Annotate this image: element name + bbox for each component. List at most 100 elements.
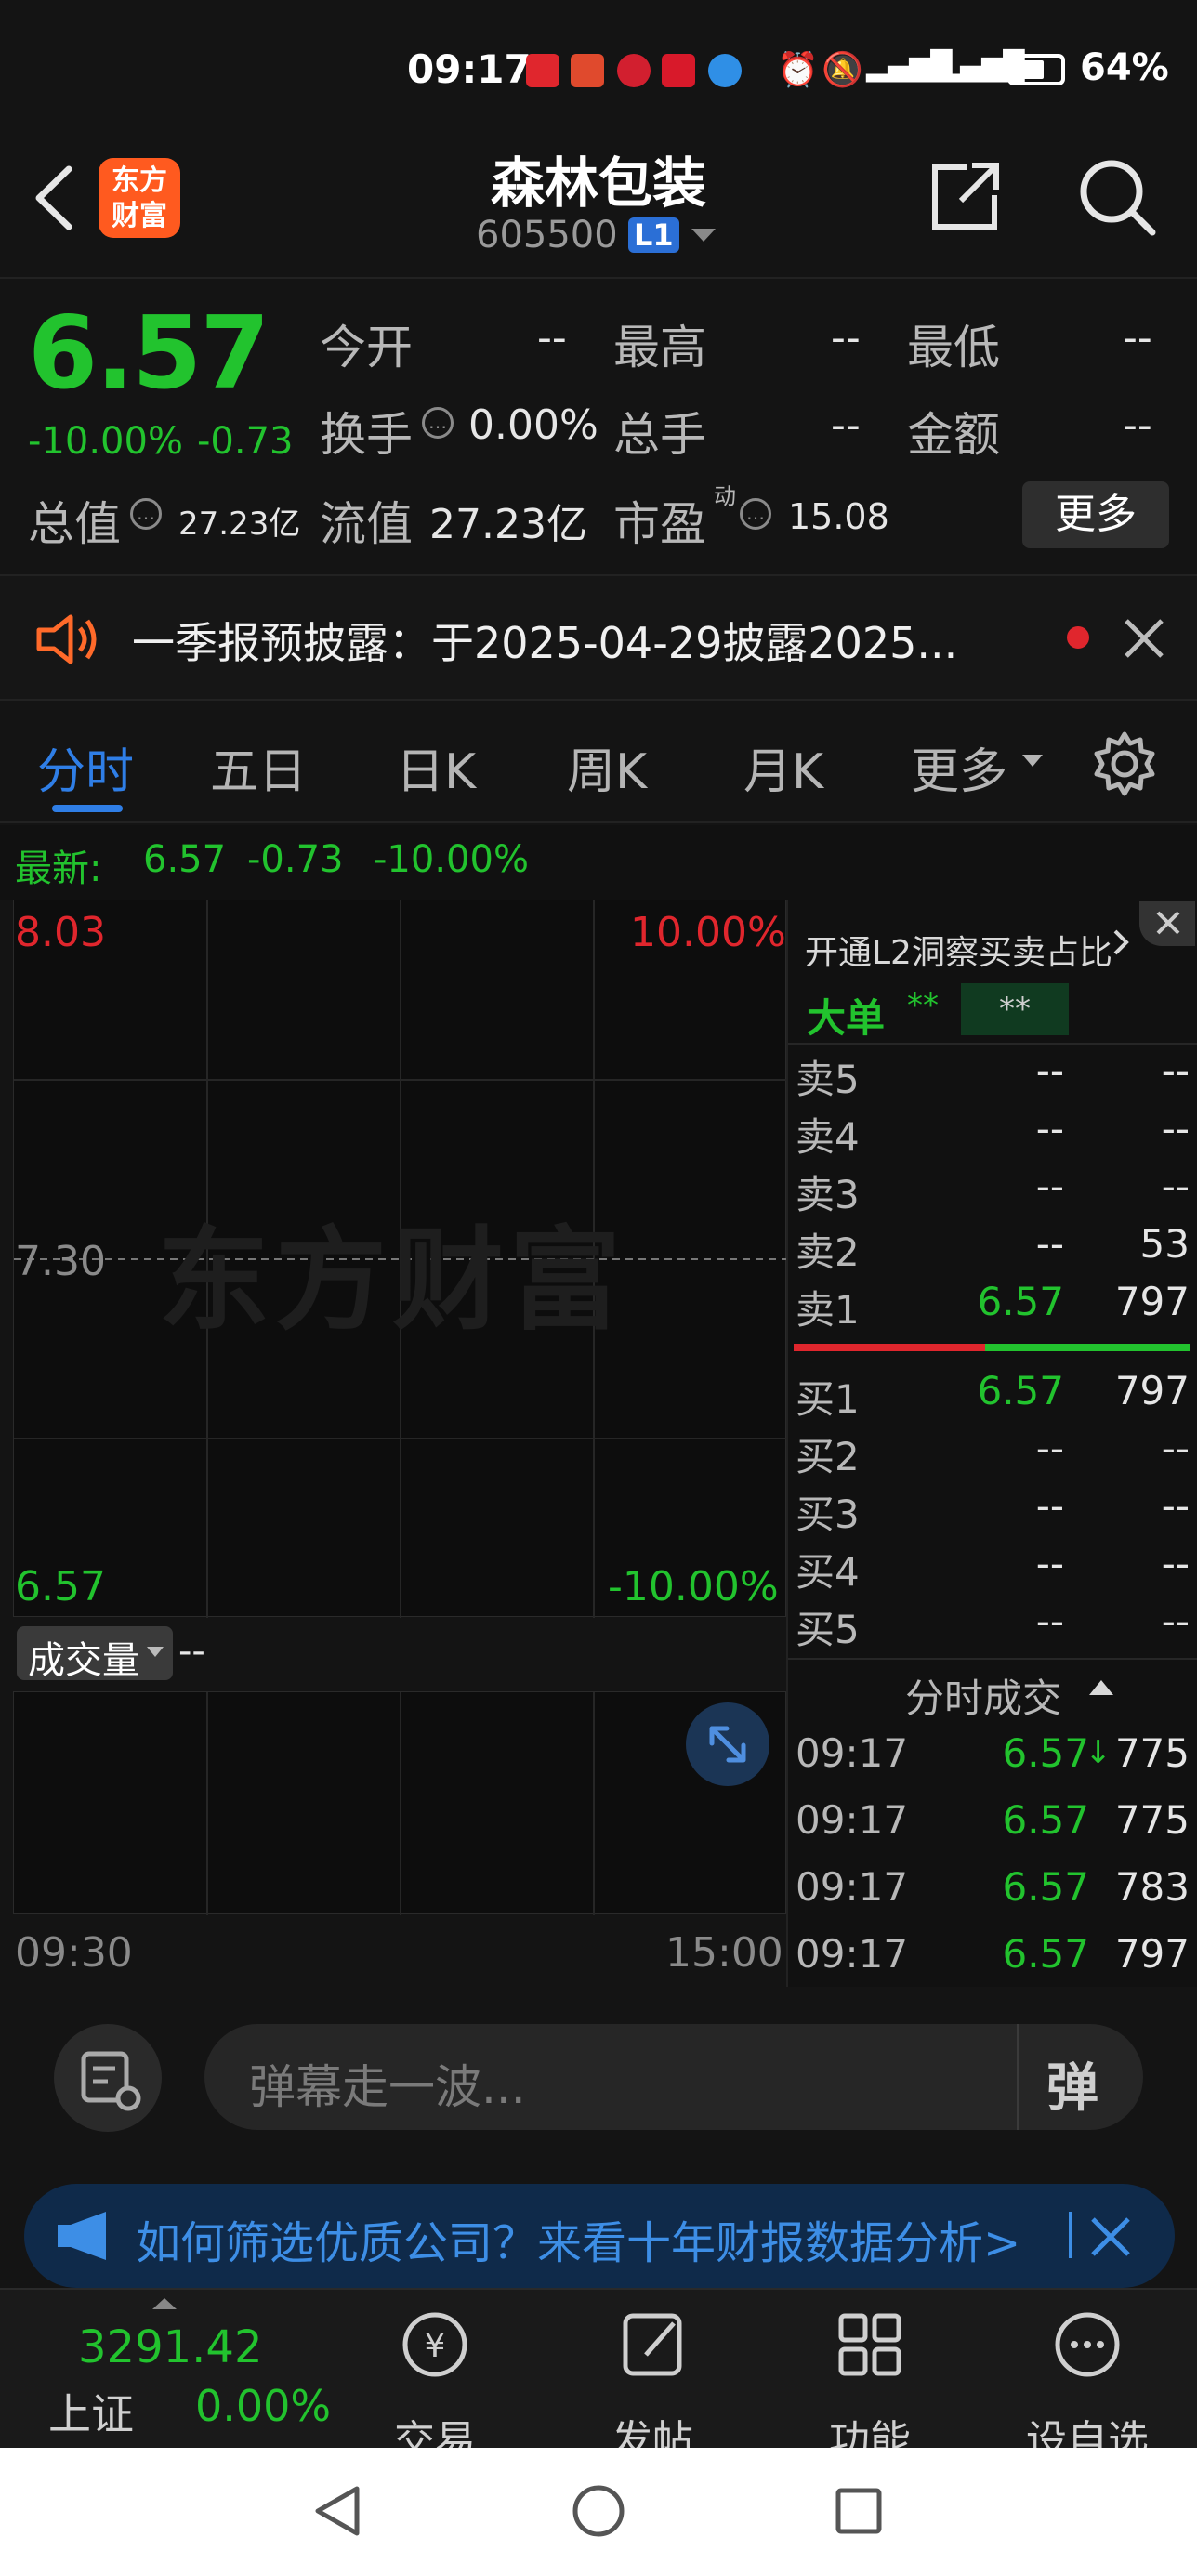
volume-value: -- [178, 1630, 205, 1673]
banner-text[interactable]: 如何筛选优质公司？来看十年财报数据分析> [136, 2206, 1020, 2271]
volume-chart[interactable] [13, 1691, 786, 1915]
trade-time: 09:17 [796, 1730, 909, 1776]
current-price: 6.57 [28, 296, 270, 412]
index-name: 上证 [48, 2389, 134, 2439]
time-start: 09:30 [15, 1929, 133, 1977]
trade-price: 6.57 [1002, 1931, 1089, 1977]
caret-down-icon [147, 1647, 164, 1657]
nav-recents-icon[interactable] [831, 2483, 887, 2543]
notification-icon [662, 54, 695, 87]
buy-level-price: -- [1035, 1483, 1064, 1529]
nav-home-icon[interactable] [571, 2483, 626, 2543]
sell-level-volume: -- [1161, 1048, 1190, 1094]
divider [788, 1043, 1197, 1045]
fullscreen-button[interactable] [686, 1702, 770, 1786]
stock-code[interactable]: 605500 [476, 214, 618, 256]
tab-weekly-k[interactable]: 周K [567, 732, 647, 802]
more-button[interactable]: 更多 [1022, 481, 1169, 548]
level-badge[interactable]: L1 [628, 217, 679, 253]
buy-level-volume: -- [1161, 1541, 1190, 1586]
notification-icon [617, 54, 651, 87]
chevron-down-icon[interactable] [691, 229, 716, 251]
trades-title[interactable]: 分时成交 [905, 1667, 1061, 1724]
chevron-right-icon[interactable] [1112, 926, 1130, 963]
float-cap-value: 27.23亿 [429, 501, 587, 548]
danmaku-settings-button[interactable] [54, 2024, 162, 2132]
latest-change: -0.73 [247, 838, 344, 881]
turnover-label: 换手 [320, 408, 413, 462]
y-axis-top: 8.03 [15, 909, 106, 956]
high-label: 最高 [613, 321, 706, 375]
notification-icon [571, 54, 604, 87]
pct-axis-top: 10.00% [630, 909, 786, 956]
sell-level-label: 卖2 [796, 1229, 860, 1275]
speaker-icon [33, 611, 99, 671]
tab-five-day[interactable]: 五日 [210, 732, 307, 802]
caret-down-icon[interactable] [1022, 755, 1043, 773]
danmaku-toggle-button[interactable]: 弹 [1017, 2024, 1143, 2130]
trade-row: 09:17 6.57 783 [796, 1864, 1190, 1922]
close-banner-button[interactable] [1087, 2214, 1134, 2260]
trade-volume: 797 [1114, 1931, 1190, 1977]
turnover-value: 0.00% [468, 401, 598, 449]
trade-row: 09:17 6.57 ↓ 775 [796, 1730, 1190, 1788]
sell-level[interactable]: 卖2 -- 53 [796, 1221, 1190, 1279]
close-l2-button[interactable] [1139, 901, 1195, 946]
danmaku-placeholder: 弹幕走一波... [249, 2060, 526, 2114]
sell-level-price: 6.57 [977, 1279, 1064, 1324]
tab-more[interactable]: 更多 [911, 732, 1007, 802]
sell-level[interactable]: 卖5 -- -- [796, 1048, 1190, 1106]
trade-row: 09:17 6.57 775 [796, 1797, 1190, 1855]
float-cap-label: 流值 [320, 497, 413, 551]
search-button[interactable] [1074, 154, 1158, 238]
buy-level[interactable]: 买1 6.57 797 [796, 1368, 1190, 1426]
volume-label: 总手 [613, 408, 706, 462]
info-icon[interactable]: … [740, 498, 771, 530]
buy-level[interactable]: 买4 -- -- [796, 1541, 1190, 1598]
change-percent: -10.00% [28, 420, 183, 463]
buy-level[interactable]: 买2 -- -- [796, 1426, 1190, 1483]
nav-back-icon[interactable] [310, 2483, 366, 2543]
megaphone-icon [54, 2210, 113, 2266]
info-icon[interactable]: … [130, 498, 162, 530]
y-axis-mid: 7.30 [15, 1238, 106, 1285]
trade-price: 6.57 [1002, 1730, 1089, 1776]
unread-dot [1067, 626, 1089, 649]
sell-level[interactable]: 卖3 -- -- [796, 1163, 1190, 1221]
close-icon [1091, 2217, 1130, 2256]
low-value: -- [1123, 314, 1152, 361]
buy-level[interactable]: 买3 -- -- [796, 1483, 1190, 1541]
tab-intraday[interactable]: 分时 [37, 732, 134, 802]
buy-level[interactable]: 买5 -- -- [796, 1598, 1190, 1656]
tab-monthly-k[interactable]: 月K [743, 732, 823, 802]
sell-level-label: 卖3 [796, 1172, 860, 1217]
buy-level-label: 买5 [796, 1607, 860, 1652]
gear-icon [1094, 731, 1155, 796]
change-amount: -0.73 [197, 420, 294, 463]
sell-level-volume: 797 [1114, 1279, 1190, 1324]
sell-ratio-bar [794, 1344, 985, 1351]
divider [1069, 2212, 1072, 2258]
l2-prompt[interactable]: 开通L2洞察买卖占比 [805, 926, 1112, 974]
sell-level-price: -- [1035, 1163, 1064, 1209]
notice-text[interactable]: 一季报预披露：于2025-04-29披露2025... [132, 610, 957, 671]
buy-level-volume: 797 [1114, 1368, 1190, 1413]
settings-button[interactable] [1091, 730, 1158, 797]
sell-level-volume: -- [1161, 1106, 1190, 1151]
buy-level-price: 6.57 [977, 1368, 1064, 1413]
open-value: -- [537, 314, 567, 361]
status-time: 09:17 [407, 46, 532, 92]
divider [788, 1658, 1197, 1660]
post-icon [569, 2303, 736, 2390]
share-button[interactable] [926, 158, 1004, 236]
info-icon[interactable]: … [422, 407, 454, 439]
close-notice-button[interactable] [1121, 615, 1167, 662]
buy-level-price: -- [1035, 1598, 1064, 1644]
trade-price: 6.57 [1002, 1864, 1089, 1910]
volume-grid [206, 1692, 595, 1915]
tab-daily-k[interactable]: 日K [396, 732, 476, 802]
sell-level[interactable]: 卖1 6.57 797 [796, 1279, 1190, 1336]
caret-up-icon[interactable] [1089, 1678, 1113, 1699]
volume-selector[interactable]: 成交量 [17, 1626, 173, 1682]
sell-level[interactable]: 卖4 -- -- [796, 1106, 1190, 1163]
